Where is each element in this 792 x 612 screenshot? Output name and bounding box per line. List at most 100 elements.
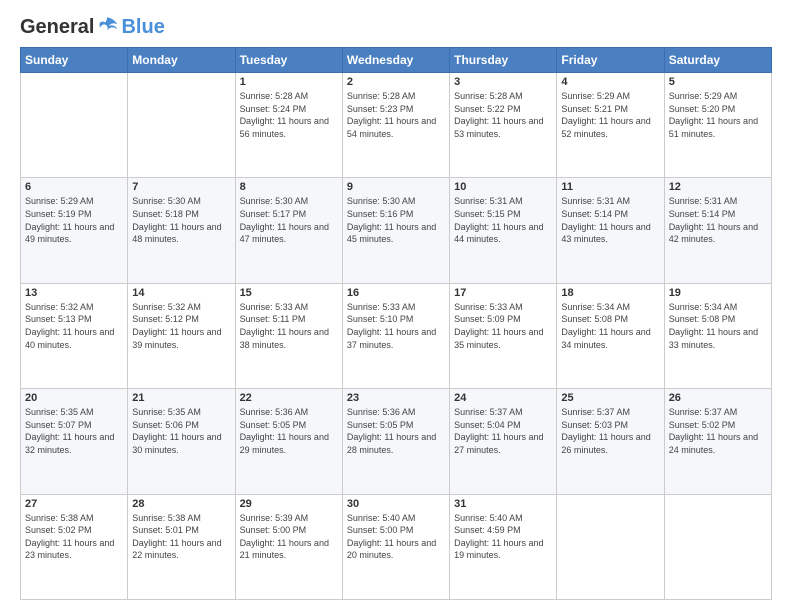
logo-blue: Blue (121, 16, 164, 39)
day-number: 4 (561, 76, 659, 88)
calendar-cell: 8 Sunrise: 5:30 AM Sunset: 5:17 PM Daylig… (235, 178, 342, 283)
day-number: 30 (347, 498, 445, 510)
calendar-week-row: 1 Sunrise: 5:28 AM Sunset: 5:24 PM Daylig… (21, 73, 772, 178)
day-number: 21 (132, 392, 230, 404)
calendar-cell: 1 Sunrise: 5:28 AM Sunset: 5:24 PM Daylig… (235, 73, 342, 178)
calendar-cell: 28 Sunrise: 5:38 AM Sunset: 5:01 PM Dayli… (128, 494, 235, 599)
calendar-cell: 7 Sunrise: 5:30 AM Sunset: 5:18 PM Daylig… (128, 178, 235, 283)
calendar-cell: 2Sunrise: 5:28 AM Sunset: 5:23 PM Daylig… (342, 73, 449, 178)
day-number: 8 (240, 181, 338, 193)
logo-bird-icon (95, 14, 119, 38)
calendar-cell: 21 Sunrise: 5:35 AM Sunset: 5:06 PM Dayli… (128, 389, 235, 494)
day-number: 25 (561, 392, 659, 404)
day-number: 31 (454, 498, 552, 510)
weekday-header-saturday: Saturday (664, 48, 771, 73)
day-number: 12 (669, 181, 767, 193)
day-info: Sunrise: 5:35 AM Sunset: 5:06 PM Dayligh… (132, 406, 230, 456)
day-number: 11 (561, 181, 659, 193)
day-info: Sunrise: 5:29 AM Sunset: 5:21 PM Dayligh… (561, 90, 659, 140)
weekday-header-tuesday: Tuesday (235, 48, 342, 73)
day-number: 24 (454, 392, 552, 404)
day-info: Sunrise: 5:31 AM Sunset: 5:15 PM Dayligh… (454, 195, 552, 245)
day-number: 22 (240, 392, 338, 404)
logo-general: General (20, 16, 94, 39)
calendar-cell: 30Sunrise: 5:40 AM Sunset: 5:00 PM Dayli… (342, 494, 449, 599)
day-info: Sunrise: 5:33 AM Sunset: 5:09 PM Dayligh… (454, 301, 552, 351)
day-info: Sunrise: 5:38 AM Sunset: 5:02 PM Dayligh… (25, 512, 123, 562)
day-number: 16 (347, 287, 445, 299)
day-number: 23 (347, 392, 445, 404)
day-info: Sunrise: 5:33 AM Sunset: 5:11 PM Dayligh… (240, 301, 338, 351)
day-info: Sunrise: 5:30 AM Sunset: 5:18 PM Dayligh… (132, 195, 230, 245)
day-number: 14 (132, 287, 230, 299)
day-info: Sunrise: 5:38 AM Sunset: 5:01 PM Dayligh… (132, 512, 230, 562)
calendar-cell: 24 Sunrise: 5:37 AM Sunset: 5:04 PM Dayli… (450, 389, 557, 494)
day-info: Sunrise: 5:32 AM Sunset: 5:12 PM Dayligh… (132, 301, 230, 351)
day-number: 1 (240, 76, 338, 88)
logo: General Blue (20, 16, 165, 39)
day-info: Sunrise: 5:37 AM Sunset: 5:03 PM Dayligh… (561, 406, 659, 456)
day-info: Sunrise: 5:30 AM Sunset: 5:17 PM Dayligh… (240, 195, 338, 245)
day-info: Sunrise: 5:30 AM Sunset: 5:16 PM Dayligh… (347, 195, 445, 245)
day-info: Sunrise: 5:36 AM Sunset: 5:05 PM Dayligh… (347, 406, 445, 456)
page-header: General Blue (20, 16, 772, 39)
day-info: Sunrise: 5:31 AM Sunset: 5:14 PM Dayligh… (561, 195, 659, 245)
calendar-cell: 17Sunrise: 5:33 AM Sunset: 5:09 PM Dayli… (450, 283, 557, 388)
day-info: Sunrise: 5:32 AM Sunset: 5:13 PM Dayligh… (25, 301, 123, 351)
calendar-cell (128, 73, 235, 178)
day-number: 19 (669, 287, 767, 299)
calendar-cell (664, 494, 771, 599)
calendar-cell: 12 Sunrise: 5:31 AM Sunset: 5:14 PM Dayli… (664, 178, 771, 283)
calendar-week-row: 6 Sunrise: 5:29 AM Sunset: 5:19 PM Daylig… (21, 178, 772, 283)
calendar-cell: 15 Sunrise: 5:33 AM Sunset: 5:11 PM Dayli… (235, 283, 342, 388)
calendar-cell: 6 Sunrise: 5:29 AM Sunset: 5:19 PM Daylig… (21, 178, 128, 283)
calendar-cell: 10 Sunrise: 5:31 AM Sunset: 5:15 PM Dayli… (450, 178, 557, 283)
calendar-cell: 4 Sunrise: 5:29 AM Sunset: 5:21 PM Daylig… (557, 73, 664, 178)
day-info: Sunrise: 5:34 AM Sunset: 5:08 PM Dayligh… (669, 301, 767, 351)
day-info: Sunrise: 5:31 AM Sunset: 5:14 PM Dayligh… (669, 195, 767, 245)
day-number: 27 (25, 498, 123, 510)
calendar-week-row: 20 Sunrise: 5:35 AM Sunset: 5:07 PM Dayli… (21, 389, 772, 494)
calendar-cell: 23 Sunrise: 5:36 AM Sunset: 5:05 PM Dayli… (342, 389, 449, 494)
day-info: Sunrise: 5:34 AM Sunset: 5:08 PM Dayligh… (561, 301, 659, 351)
calendar-cell: 16 Sunrise: 5:33 AM Sunset: 5:10 PM Dayli… (342, 283, 449, 388)
day-number: 9 (347, 181, 445, 193)
calendar-cell: 3Sunrise: 5:28 AM Sunset: 5:22 PM Daylig… (450, 73, 557, 178)
day-info: Sunrise: 5:28 AM Sunset: 5:22 PM Dayligh… (454, 90, 552, 140)
day-info: Sunrise: 5:40 AM Sunset: 4:59 PM Dayligh… (454, 512, 552, 562)
weekday-header-friday: Friday (557, 48, 664, 73)
calendar-cell: 22 Sunrise: 5:36 AM Sunset: 5:05 PM Dayli… (235, 389, 342, 494)
day-number: 10 (454, 181, 552, 193)
day-info: Sunrise: 5:29 AM Sunset: 5:19 PM Dayligh… (25, 195, 123, 245)
calendar-cell: 18 Sunrise: 5:34 AM Sunset: 5:08 PM Dayli… (557, 283, 664, 388)
calendar-cell: 19 Sunrise: 5:34 AM Sunset: 5:08 PM Dayli… (664, 283, 771, 388)
day-number: 15 (240, 287, 338, 299)
calendar-cell: 25 Sunrise: 5:37 AM Sunset: 5:03 PM Dayli… (557, 389, 664, 494)
calendar-cell: 27 Sunrise: 5:38 AM Sunset: 5:02 PM Dayli… (21, 494, 128, 599)
day-info: Sunrise: 5:37 AM Sunset: 5:04 PM Dayligh… (454, 406, 552, 456)
day-number: 28 (132, 498, 230, 510)
day-info: Sunrise: 5:28 AM Sunset: 5:24 PM Dayligh… (240, 90, 338, 140)
calendar-cell: 20 Sunrise: 5:35 AM Sunset: 5:07 PM Dayli… (21, 389, 128, 494)
day-info: Sunrise: 5:29 AM Sunset: 5:20 PM Dayligh… (669, 90, 767, 140)
calendar-cell: 14 Sunrise: 5:32 AM Sunset: 5:12 PM Dayli… (128, 283, 235, 388)
day-info: Sunrise: 5:33 AM Sunset: 5:10 PM Dayligh… (347, 301, 445, 351)
day-number: 29 (240, 498, 338, 510)
day-number: 20 (25, 392, 123, 404)
day-number: 2 (347, 76, 445, 88)
day-info: Sunrise: 5:37 AM Sunset: 5:02 PM Dayligh… (669, 406, 767, 456)
day-number: 18 (561, 287, 659, 299)
day-info: Sunrise: 5:39 AM Sunset: 5:00 PM Dayligh… (240, 512, 338, 562)
calendar-cell: 31 Sunrise: 5:40 AM Sunset: 4:59 PM Dayli… (450, 494, 557, 599)
weekday-header-wednesday: Wednesday (342, 48, 449, 73)
day-number: 13 (25, 287, 123, 299)
weekday-header-sunday: Sunday (21, 48, 128, 73)
day-info: Sunrise: 5:35 AM Sunset: 5:07 PM Dayligh… (25, 406, 123, 456)
calendar-table: SundayMondayTuesdayWednesdayThursdayFrid… (20, 47, 772, 600)
day-number: 6 (25, 181, 123, 193)
calendar-week-row: 13 Sunrise: 5:32 AM Sunset: 5:13 PM Dayli… (21, 283, 772, 388)
day-number: 26 (669, 392, 767, 404)
calendar-cell (557, 494, 664, 599)
day-info: Sunrise: 5:36 AM Sunset: 5:05 PM Dayligh… (240, 406, 338, 456)
day-number: 7 (132, 181, 230, 193)
